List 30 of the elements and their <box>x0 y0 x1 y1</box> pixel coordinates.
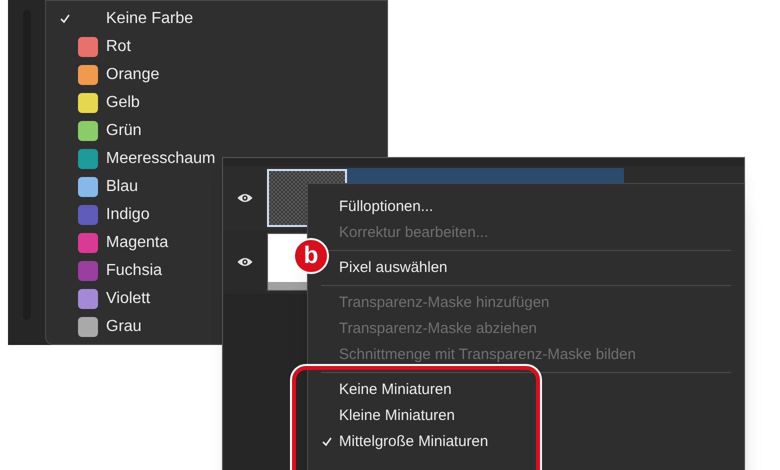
color-label: Fuchsia <box>106 261 162 281</box>
color-menu-item[interactable]: Grau <box>46 313 148 341</box>
color-label: Violett <box>106 289 150 309</box>
color-label: Grau <box>106 317 142 337</box>
color-menu-item[interactable]: Rot <box>46 33 137 61</box>
color-menu-item[interactable]: Magenta <box>46 229 174 257</box>
color-menu-item[interactable]: Fuchsia <box>46 257 168 285</box>
menu-item[interactable]: Mittelgroße Miniaturen <box>308 429 744 455</box>
color-label: Magenta <box>106 233 168 253</box>
menu-item[interactable]: Fülloptionen... <box>308 194 744 220</box>
color-menu-item[interactable]: Indigo <box>46 201 156 229</box>
color-menu-item[interactable]: Gelb <box>46 89 146 117</box>
color-menu-item[interactable]: Keine Farbe <box>46 5 200 33</box>
color-label: Rot <box>106 37 131 57</box>
color-label: Indigo <box>106 205 150 225</box>
menu-item[interactable]: Kleine Miniaturen <box>308 403 744 429</box>
color-label: Gelb <box>106 93 140 113</box>
color-label: Blau <box>106 177 138 197</box>
color-label: Keine Farbe <box>106 9 194 29</box>
eye-icon[interactable] <box>237 193 253 203</box>
color-menu-item[interactable]: Blau <box>46 173 144 201</box>
eye-icon[interactable] <box>237 257 253 267</box>
color-label: Meeresschaum <box>106 149 216 169</box>
color-label: Orange <box>106 65 160 85</box>
menu-item[interactable]: Keine Miniaturen <box>308 377 744 403</box>
color-menu-item[interactable]: Orange <box>46 61 166 89</box>
color-label: Grün <box>106 121 142 141</box>
color-menu-item[interactable]: Grün <box>46 117 148 145</box>
color-menu-item[interactable]: Violett <box>46 285 156 313</box>
color-menu-item[interactable]: Meeresschaum <box>46 145 222 173</box>
